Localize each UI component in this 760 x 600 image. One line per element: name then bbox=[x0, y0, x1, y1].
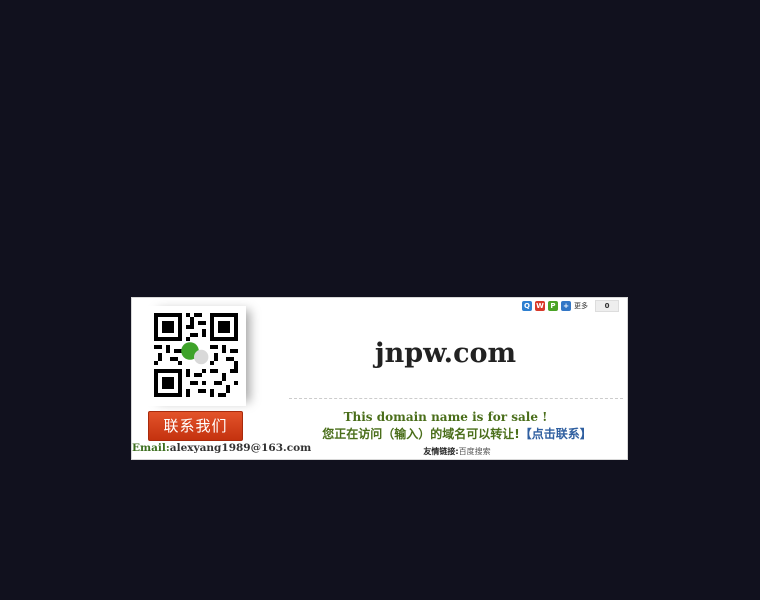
sale-notice-chinese: 您正在访问（输入）的域名可以转让!【点击联系】 bbox=[292, 425, 622, 442]
qzone-icon[interactable]: Q bbox=[522, 301, 532, 311]
contact-us-button[interactable]: 联系我们 bbox=[148, 411, 243, 441]
email-label: Email: bbox=[132, 442, 170, 454]
contact-link[interactable]: 【点击联系】 bbox=[520, 427, 592, 441]
qr-code-frame bbox=[146, 306, 246, 406]
wechat-qr-code-icon bbox=[154, 313, 238, 397]
weibo-icon[interactable]: W bbox=[535, 301, 545, 311]
friend-links: 友情链接:百度搜索 bbox=[282, 446, 632, 457]
sale-notice-text: 您正在访问（输入）的域名可以转让! bbox=[322, 427, 520, 441]
domain-sale-panel: 联系我们 Email:alexyang1989@163.com Q W P + … bbox=[131, 297, 628, 460]
friend-link-baidu[interactable]: 百度搜索 bbox=[459, 447, 491, 456]
share-more-link[interactable]: 更多 bbox=[574, 301, 588, 311]
pengyou-icon[interactable]: P bbox=[548, 301, 558, 311]
tqq-icon[interactable]: + bbox=[561, 301, 571, 311]
share-bar: Q W P + 更多 0 bbox=[522, 300, 619, 312]
dashed-divider bbox=[289, 398, 623, 399]
contact-column: 联系我们 Email:alexyang1989@163.com bbox=[132, 298, 311, 461]
share-count: 0 bbox=[595, 300, 619, 312]
email-line: Email:alexyang1989@163.com bbox=[132, 442, 311, 454]
friend-links-label: 友情链接: bbox=[423, 447, 459, 456]
domain-name-title: jnpw.com bbox=[374, 338, 517, 369]
sale-notice-english: This domain name is for sale ! bbox=[343, 410, 548, 424]
